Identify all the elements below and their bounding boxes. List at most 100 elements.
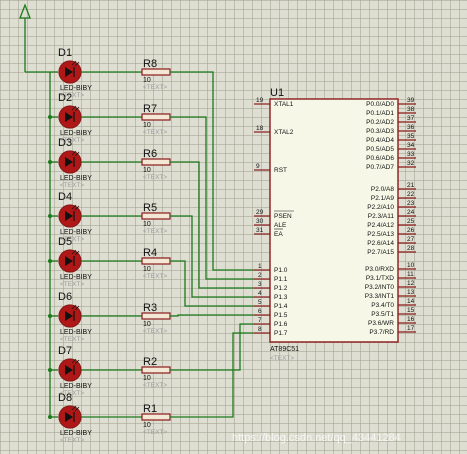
led-d2[interactable] [58,105,82,129]
pin-name: P1.6 [274,321,288,328]
pin-name: P2.3/A11 [368,213,395,220]
mcu-ref-label: U1 [270,87,284,99]
pin-number: 4 [258,290,262,297]
pin-number: 32 [407,160,415,167]
led-text-placeholder: <TEXT> [60,437,84,444]
pin-number: 7 [258,317,262,324]
led-part-label: LED-BIBY [60,274,92,281]
pin-number: 25 [407,218,415,225]
pin-number: 1 [258,263,262,270]
led-ref-label: D6 [58,291,72,303]
pin-name: RST [274,167,287,174]
pin-number: 16 [407,316,415,323]
pin-name: P1.5 [274,312,288,319]
row-d5: D5LED-BIBY<TEXT>R410<TEXT> [48,236,254,307]
net-p1.5 [170,314,254,317]
resistor-ref-label: R8 [143,58,157,70]
resistor-ref-label: R1 [143,403,157,415]
pin-number: 27 [407,236,415,243]
resistor-text-placeholder: <TEXT> [143,228,167,235]
pin-number: 10 [407,262,415,269]
pin-name: P0.4/AD4 [366,137,394,144]
pin-number: 26 [407,227,415,234]
resistor-text-placeholder: <TEXT> [143,382,167,389]
led-d6[interactable] [58,304,82,328]
led-part-label: LED-BIBY [60,85,92,92]
schematic-canvas[interactable]: D1 LED-BIBY <TEXT> R8 10 <TEXT> D2 LED-BIBY <TEX… [0,0,467,454]
pin-name: P3.5/T1 [371,311,394,318]
led-ref-label: D4 [58,191,72,203]
pin-number: 12 [407,280,415,287]
pin-name: P3.1/TXD [366,275,394,282]
pin-name: P3.7/RD [369,329,394,336]
resistor-value-label: 10 [143,167,151,174]
pin-name: P1.7 [274,330,288,337]
pin-name: P1.3 [274,294,288,301]
pin-number: 37 [407,115,415,122]
pin-number: 8 [258,326,262,333]
resistor-value-label: 10 [143,375,151,382]
pin-number: 15 [407,307,415,314]
pin-number: 39 [407,97,415,104]
pin-name: P3.2/INT0 [365,284,395,291]
mcu-text-placeholder: <TEXT> [270,355,294,362]
power-terminal[interactable] [19,3,31,72]
pin-name: P1.0 [274,267,288,274]
led-d7[interactable] [58,358,82,382]
pin-name: XTAL1 [274,101,294,108]
led-part-label: LED-BIBY [60,430,92,437]
led-ref-label: D2 [58,92,72,104]
pin-number: 9 [256,163,260,170]
pin-name: P0.2/AD2 [366,119,394,126]
pin-number: 28 [407,245,415,252]
pin-number: 30 [256,218,264,225]
led-text-placeholder: <TEXT> [60,336,84,343]
led-d4[interactable] [58,204,82,228]
led-part-label: LED-BIBY [60,329,92,336]
resistor-text-placeholder: <TEXT> [143,84,167,91]
pin-name: P2.1/A9 [371,195,395,202]
led-ref-label: D1 [58,47,72,59]
led-d8[interactable] [58,405,82,429]
pin-name: P0.6/AD6 [366,155,394,162]
net-p1.3 [170,215,254,298]
led-d5[interactable] [58,249,82,273]
pin-name: EA [274,231,283,238]
pin-name: P3.4/T0 [371,302,394,309]
pin-name: P1.4 [274,303,288,310]
pin-name: P2.0/A8 [371,186,395,193]
row-d6: D6LED-BIBY<TEXT>R310<TEXT> [48,291,254,343]
led-part-label: LED-BIBY [60,175,92,182]
led-ref-label: D8 [58,392,72,404]
net-p1.0 [170,71,254,271]
pin-number: 34 [407,142,415,149]
net-p1.7 [170,332,254,418]
schematic-svg: D1LED-BIBY<TEXT>R810<TEXT>D2LED-BIBY<TEX… [19,3,416,444]
pin-name: P0.3/AD3 [366,128,394,135]
resistor-ref-label: R4 [143,247,157,259]
pin-number: 24 [407,209,415,216]
pin-number: 3 [258,281,262,288]
pin-number: 31 [256,227,264,234]
pin-name: P1.2 [274,285,288,292]
pin-number: 23 [407,200,415,207]
resistor-value-label: 10 [143,122,151,129]
resistor-ref-label: R3 [143,302,157,314]
net-p1.6 [170,323,254,371]
led-d1[interactable] [58,60,82,84]
led-resistor-rows: D1LED-BIBY<TEXT>R810<TEXT>D2LED-BIBY<TEX… [48,47,254,444]
pin-name: P2.5/A13 [367,231,394,238]
led-d3[interactable] [58,150,82,174]
pin-name: P2.6/A14 [367,240,394,247]
led-ref-label: D7 [58,345,72,357]
pin-number: 18 [256,125,264,132]
pin-name: P1.1 [274,276,288,283]
pin-number: 22 [407,191,415,198]
pin-name: PSEN [274,213,292,220]
resistor-text-placeholder: <TEXT> [143,328,167,335]
pin-number: 13 [407,289,415,296]
resistor-ref-label: R2 [143,356,157,368]
resistor-value-label: 10 [143,321,151,328]
pin-number: 21 [407,182,415,189]
resistor-value-label: 10 [143,422,151,429]
